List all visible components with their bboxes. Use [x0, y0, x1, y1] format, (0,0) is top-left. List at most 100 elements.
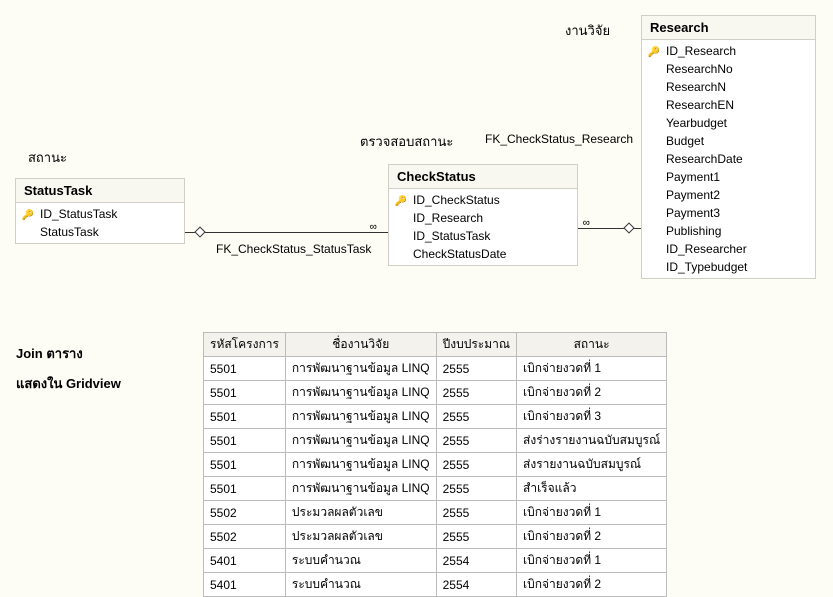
field-label: ResearchNo [666, 62, 733, 76]
field-label: Payment3 [666, 206, 720, 220]
table-title-checkstatus: CheckStatus [389, 165, 577, 189]
table-row[interactable]: 5401ระบบคำนวณ2554เบิกจ่ายงวดที่ 2 [204, 573, 667, 597]
grid-cell: การพัฒนาฐานข้อมูล LINQ [285, 405, 436, 429]
relation-end-key-icon [194, 226, 205, 237]
label-status: สถานะ [28, 147, 67, 168]
grid-cell: 2555 [436, 525, 516, 549]
field-statustask[interactable]: StatusTask [16, 223, 184, 241]
table-title-research: Research [642, 16, 815, 40]
grid-cell: 5501 [204, 381, 286, 405]
relation-end-key-icon2 [623, 222, 634, 233]
result-grid[interactable]: รหัสโครงการชื่องานวิจัยปีงบประมาณสถานะ 5… [203, 332, 667, 597]
grid-header-cell: รหัสโครงการ [204, 333, 286, 357]
table-row[interactable]: 5401ระบบคำนวณ2554เบิกจ่ายงวดที่ 1 [204, 549, 667, 573]
table-row[interactable]: 5501การพัฒนาฐานข้อมูล LINQ2555ส่งร่างราย… [204, 429, 667, 453]
table-body-research: 🔑 ID_Research ResearchNo ResearchN ResearchE… [642, 40, 815, 278]
fk-label-research: FK_CheckStatus_Research [485, 132, 633, 146]
table-row[interactable]: 5501การพัฒนาฐานข้อมูล LINQ2555เบิกจ่ายงว… [204, 357, 667, 381]
field-researchn[interactable]: ResearchN [642, 78, 815, 96]
grid-cell: การพัฒนาฐานข้อมูล LINQ [285, 357, 436, 381]
table-row[interactable]: 5501การพัฒนาฐานข้อมูล LINQ2555ส่งรายงานฉ… [204, 453, 667, 477]
grid-cell: ระบบคำนวณ [285, 573, 436, 597]
grid-cell: 5501 [204, 453, 286, 477]
grid-cell: 2555 [436, 357, 516, 381]
field-researchdate[interactable]: ResearchDate [642, 150, 815, 168]
field-publishing[interactable]: Publishing [642, 222, 815, 240]
field-label: Payment1 [666, 170, 720, 184]
table-checkstatus[interactable]: CheckStatus 🔑ID_CheckStatus ID_Research ID… [388, 164, 578, 266]
table-research[interactable]: Research 🔑 ID_Research ResearchNo ResearchN… [641, 15, 816, 279]
table-row[interactable]: 5502ประมวลผลตัวเลข2555เบิกจ่ายงวดที่ 1 [204, 501, 667, 525]
grid-cell: เบิกจ่ายงวดที่ 1 [517, 549, 667, 573]
field-researchen[interactable]: ResearchEN [642, 96, 815, 114]
field-label: Publishing [666, 224, 721, 238]
field-label: ID_Research [666, 44, 736, 58]
field-label: Payment2 [666, 188, 720, 202]
field-yearbudget[interactable]: Yearbudget [642, 114, 815, 132]
field-id_research[interactable]: 🔑 ID_Research [642, 42, 815, 60]
grid-cell: สำเร็จแล้ว [517, 477, 667, 501]
grid-cell: 2555 [436, 381, 516, 405]
table-row[interactable]: 5502ประมวลผลตัวเลข2555เบิกจ่ายงวดที่ 2 [204, 525, 667, 549]
grid-cell: ระบบคำนวณ [285, 549, 436, 573]
grid-cell: 2555 [436, 405, 516, 429]
table-body-statustask: 🔑ID_StatusTask StatusTask [16, 203, 184, 243]
caption-join-line1: Join ตาราง [16, 343, 83, 364]
fk-label-statustask: FK_CheckStatus_StatusTask [216, 242, 371, 256]
field-label: ResearchDate [666, 152, 743, 166]
grid-cell: การพัฒนาฐานข้อมูล LINQ [285, 453, 436, 477]
grid-cell: ส่งร่างรายงานฉบับสมบูรณ์ [517, 429, 667, 453]
grid-cell: เบิกจ่ายงวดที่ 1 [517, 357, 667, 381]
field-budget[interactable]: Budget [642, 132, 815, 150]
field-id_statustask[interactable]: ID_StatusTask [389, 227, 577, 245]
grid-cell: 2555 [436, 477, 516, 501]
grid-cell: ประมวลผลตัวเลข [285, 501, 436, 525]
grid-cell: 5501 [204, 477, 286, 501]
field-researchno[interactable]: ResearchNo [642, 60, 815, 78]
field-label: ResearchN [666, 80, 726, 94]
grid-cell: 5502 [204, 501, 286, 525]
field-payment3[interactable]: Payment3 [642, 204, 815, 222]
field-label: ID_StatusTask [413, 229, 490, 243]
relation-line-statustask-checkstatus [185, 232, 388, 233]
field-label: Budget [666, 134, 704, 148]
table-statustask[interactable]: StatusTask 🔑ID_StatusTask StatusTask [15, 178, 185, 244]
grid-cell: เบิกจ่ายงวดที่ 2 [517, 525, 667, 549]
field-id_researcher[interactable]: ID_Researcher [642, 240, 815, 258]
grid-cell: เบิกจ่ายงวดที่ 2 [517, 381, 667, 405]
field-label: ID_Researcher [666, 242, 747, 256]
field-label: ID_Typebudget [666, 260, 747, 274]
table-row[interactable]: 5501การพัฒนาฐานข้อมูล LINQ2555เบิกจ่ายงว… [204, 381, 667, 405]
table-row[interactable]: 5501การพัฒนาฐานข้อมูล LINQ2555เบิกจ่ายงว… [204, 405, 667, 429]
grid-cell: 2555 [436, 453, 516, 477]
grid-cell: 2554 [436, 573, 516, 597]
field-payment1[interactable]: Payment1 [642, 168, 815, 186]
grid-cell: การพัฒนาฐานข้อมูล LINQ [285, 429, 436, 453]
key-icon: 🔑 [646, 44, 662, 58]
grid-header-cell: ปีงบประมาณ [436, 333, 516, 357]
grid-cell: เบิกจ่ายงวดที่ 3 [517, 405, 667, 429]
field-id_typebudget[interactable]: ID_Typebudget [642, 258, 815, 276]
grid-cell: 5501 [204, 357, 286, 381]
key-icon: 🔑 [20, 207, 36, 221]
label-checkstatus: ตรวจสอบสถานะ [360, 131, 453, 152]
field-label: ID_Research [413, 211, 483, 225]
grid-header-row: รหัสโครงการชื่องานวิจัยปีงบประมาณสถานะ [204, 333, 667, 357]
grid-cell: 2555 [436, 501, 516, 525]
field-label: Yearbudget [666, 116, 727, 130]
field-id_research[interactable]: ID_Research [389, 209, 577, 227]
grid-cell: 5501 [204, 429, 286, 453]
grid-cell: เบิกจ่ายงวดที่ 2 [517, 573, 667, 597]
field-label: StatusTask [40, 225, 99, 239]
field-id_statustask[interactable]: 🔑ID_StatusTask [16, 205, 184, 223]
grid-cell: 2554 [436, 549, 516, 573]
field-checkstatusdate[interactable]: CheckStatusDate [389, 245, 577, 263]
field-payment2[interactable]: Payment2 [642, 186, 815, 204]
table-body-checkstatus: 🔑ID_CheckStatus ID_Research ID_StatusTask C… [389, 189, 577, 265]
grid-cell: 5501 [204, 405, 286, 429]
grid-cell: 5401 [204, 573, 286, 597]
field-label: ResearchEN [666, 98, 734, 112]
table-row[interactable]: 5501การพัฒนาฐานข้อมูล LINQ2555สำเร็จแล้ว [204, 477, 667, 501]
field-id_checkstatus[interactable]: 🔑ID_CheckStatus [389, 191, 577, 209]
grid-header-cell: สถานะ [517, 333, 667, 357]
